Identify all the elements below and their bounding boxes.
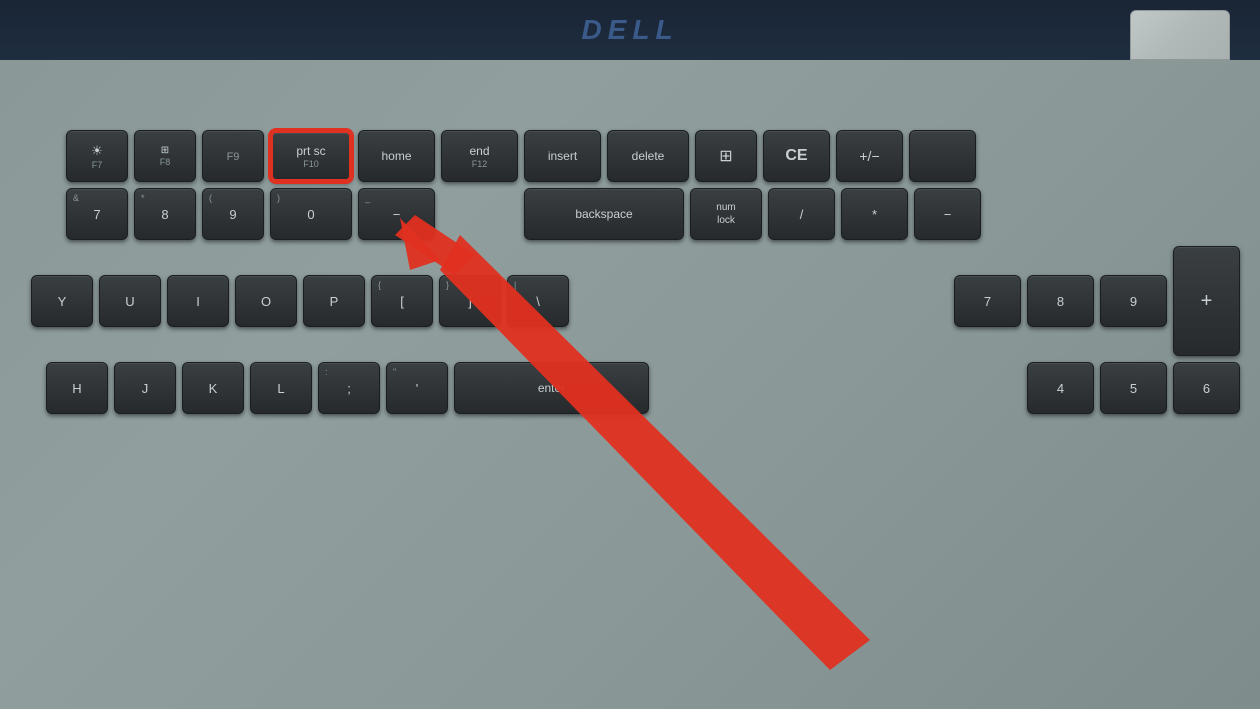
key-numpad-plus[interactable]: + [1173, 246, 1240, 356]
key-numlock[interactable]: numlock [690, 188, 762, 240]
key-backspace[interactable]: backspace [524, 188, 684, 240]
qwerty-row: Y U I O P { [ } [20, 246, 1240, 356]
top-bar: DELL [0, 0, 1260, 60]
key-open-bracket[interactable]: { [ [371, 275, 433, 327]
key-y[interactable]: Y [31, 275, 93, 327]
key-numpad-divide[interactable]: / [768, 188, 835, 240]
key-9[interactable]: ( 9 [202, 188, 264, 240]
laptop-body: DELL ☀ F7 ⊞ F8 F [0, 0, 1260, 709]
key-f9[interactable]: F9 [202, 130, 264, 182]
key-l[interactable]: L [250, 362, 312, 414]
key-numpad-5[interactable]: 5 [1100, 362, 1167, 414]
key-enter[interactable]: enter [454, 362, 649, 414]
key-u[interactable]: U [99, 275, 161, 327]
key-ce[interactable]: CE [763, 130, 830, 182]
key-numpad-extra[interactable] [909, 130, 976, 182]
key-numpad-4[interactable]: 4 [1027, 362, 1094, 414]
keyboard: ☀ F7 ⊞ F8 F9 prt sc F10 [0, 130, 1260, 709]
key-p[interactable]: P [303, 275, 365, 327]
key-h[interactable]: H [46, 362, 108, 414]
number-row: & 7 * 8 ( 9 ) 0 _ − [20, 188, 1240, 240]
key-7[interactable]: & 7 [66, 188, 128, 240]
key-calculator[interactable]: ⊞ [695, 130, 757, 182]
key-i[interactable]: I [167, 275, 229, 327]
key-backslash[interactable]: | \ [507, 275, 569, 327]
key-numpad-8[interactable]: 8 [1027, 275, 1094, 327]
power-button-area[interactable] [1130, 10, 1230, 60]
key-o[interactable]: O [235, 275, 297, 327]
key-f8[interactable]: ⊞ F8 [134, 130, 196, 182]
key-plus-minus[interactable]: +/− [836, 130, 903, 182]
key-j[interactable]: J [114, 362, 176, 414]
key-delete[interactable]: delete [607, 130, 689, 182]
function-row: ☀ F7 ⊞ F8 F9 prt sc F10 [20, 130, 1240, 182]
key-8[interactable]: * 8 [134, 188, 196, 240]
key-semicolon[interactable]: : ; [318, 362, 380, 414]
key-0[interactable]: ) 0 [270, 188, 352, 240]
home-row: H J K L : ; " ' [20, 362, 1240, 414]
key-numpad-minus[interactable]: − [914, 188, 981, 240]
keyboard-area: ☀ F7 ⊞ F8 F9 prt sc F10 [0, 60, 1260, 709]
key-prtsc[interactable]: prt sc F10 [270, 130, 352, 182]
dell-logo: DELL [581, 14, 678, 46]
key-quote[interactable]: " ' [386, 362, 448, 414]
key-insert[interactable]: insert [524, 130, 601, 182]
key-numpad-7[interactable]: 7 [954, 275, 1021, 327]
key-close-bracket[interactable]: } ] [439, 275, 501, 327]
key-numpad-multiply[interactable]: * [841, 188, 908, 240]
key-f7[interactable]: ☀ F7 [66, 130, 128, 182]
key-numpad-6[interactable]: 6 [1173, 362, 1240, 414]
key-numpad-9[interactable]: 9 [1100, 275, 1167, 327]
key-home[interactable]: home [358, 130, 435, 182]
key-minus[interactable]: _ − [358, 188, 435, 240]
key-end[interactable]: end F12 [441, 130, 518, 182]
key-k[interactable]: K [182, 362, 244, 414]
